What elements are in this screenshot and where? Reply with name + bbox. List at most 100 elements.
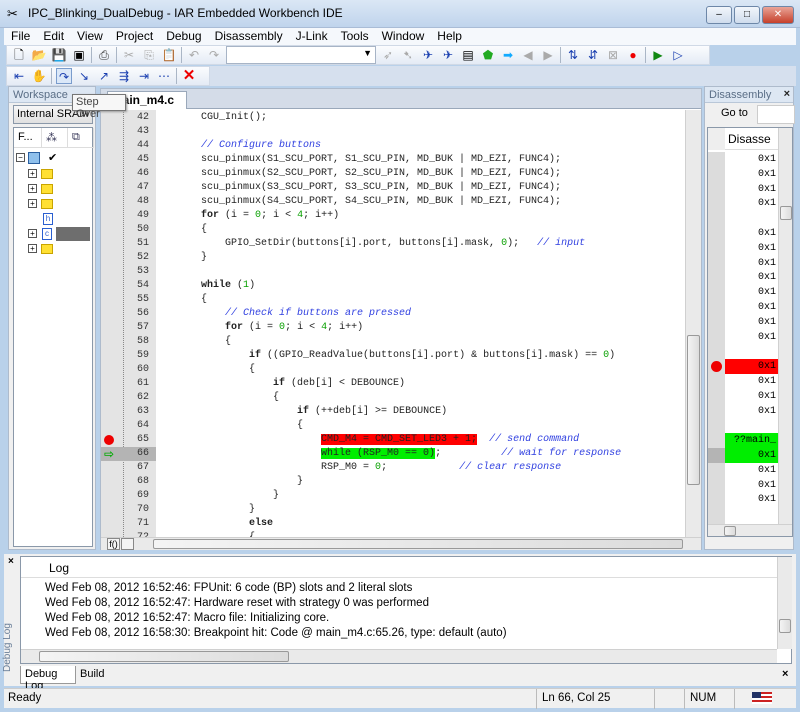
code-line[interactable]: 54 while (1) (101, 279, 685, 293)
menu-jlink[interactable]: J-Link (289, 28, 334, 45)
code-line[interactable]: 45 scu_pinmux(S1_SCU_PORT, S1_SCU_PIN, M… (101, 153, 685, 167)
code-line[interactable]: 46 scu_pinmux(S2_SCU_PORT, S2_SCU_PIN, M… (101, 167, 685, 181)
navigate-back-icon[interactable]: ◀ (520, 47, 536, 63)
save-icon[interactable]: 💾 (51, 47, 67, 63)
toggle-bookmark-icon[interactable]: ➶ (380, 47, 396, 63)
open-icon[interactable]: 📂 (31, 47, 47, 63)
cut-icon[interactable]: ✂ (121, 47, 137, 63)
disassembly-row[interactable]: 0x1 (708, 300, 778, 315)
step-into-icon[interactable]: ↘ (76, 68, 92, 84)
menu-project[interactable]: Project (109, 28, 159, 45)
scroll-thumb[interactable] (780, 206, 792, 220)
code-line[interactable]: 62 { (101, 391, 685, 405)
goto-input[interactable] (757, 105, 795, 124)
disassembly-row[interactable]: 0x1 (708, 403, 778, 419)
step-over-icon[interactable]: ↷ (56, 68, 72, 84)
disassembly-row[interactable]: 0x1 (708, 226, 778, 241)
reset-icon[interactable]: ⇤ (11, 68, 27, 84)
expand-icon[interactable]: + (28, 184, 37, 193)
code-line[interactable]: 42 CGU_Init(); (101, 111, 685, 125)
column-files[interactable]: F... (14, 128, 42, 148)
code-line[interactable]: 56 // Check if buttons are pressed (101, 307, 685, 321)
maximize-button[interactable]: □ (734, 6, 760, 24)
print-icon[interactable]: ⎙ (96, 47, 112, 63)
close-button[interactable]: ✕ (762, 6, 794, 24)
code-line[interactable]: 58 { (101, 335, 685, 349)
go-to-icon[interactable]: ▤ (460, 47, 476, 63)
disassembly-row[interactable]: 0x1 (708, 270, 778, 286)
stop-build-icon[interactable]: ⊠ (605, 47, 621, 63)
code-line[interactable]: 50 { (101, 223, 685, 237)
disassembly-row[interactable]: 0x1 (708, 329, 778, 345)
breakpoint-icon[interactable]: ● (625, 47, 641, 63)
disassembly-row[interactable]: 0x1 (708, 462, 778, 478)
close-icon[interactable]: × (8, 556, 14, 567)
disassembly-horizontal-scrollbar[interactable] (708, 524, 792, 536)
code-line[interactable]: 57 for (i = 0; i < 4; i++) (101, 321, 685, 335)
disassembly-row[interactable]: 0x1 (708, 255, 778, 271)
disassembly-row[interactable]: 0x1 (708, 181, 778, 197)
new-file-icon[interactable]: 🗋 (11, 47, 27, 63)
code-line[interactable]: 64 { (101, 419, 685, 433)
code-area[interactable]: 42 CGU_Init(); 43 44 // Configure buttons 4… (101, 110, 685, 537)
disassembly-vertical-scrollbar[interactable] (778, 128, 792, 524)
paste-icon[interactable]: 📋 (161, 47, 177, 63)
code-line[interactable]: 55 { (101, 293, 685, 307)
expand-icon[interactable]: + (28, 169, 37, 178)
tree-file-c[interactable]: + c (28, 226, 90, 241)
disassembly-row[interactable]: 0x1 (708, 166, 778, 182)
disassembly-separator[interactable] (708, 418, 778, 434)
tree-file-h[interactable]: h (38, 211, 53, 226)
make-icon[interactable]: ⇵ (585, 47, 601, 63)
code-line[interactable]: 61 if (deb[i] < DEBOUNCE) (101, 377, 685, 391)
scroll-thumb[interactable] (39, 651, 289, 662)
editor-horizontal-scrollbar[interactable]: f() (101, 537, 701, 550)
toggle-breakpoint-icon[interactable]: ✈ (420, 47, 436, 63)
collapse-icon[interactable]: − (16, 153, 25, 162)
disassembly-row[interactable]: 0x1 (708, 240, 778, 256)
download-and-debug-icon[interactable]: ▶ (650, 47, 666, 63)
menu-debug[interactable]: Debug (159, 28, 207, 45)
save-all-icon[interactable]: ▣ (71, 47, 87, 63)
go-icon[interactable]: ⋯ (156, 68, 172, 84)
menu-tools[interactable]: Tools (334, 28, 375, 45)
scroll-thumb[interactable] (687, 335, 700, 485)
breakpoint-icon[interactable] (711, 361, 722, 373)
disassembly-separator[interactable] (708, 211, 778, 227)
navigate-next-icon[interactable]: ▶ (540, 47, 556, 63)
next-statement-icon[interactable]: ⇶ (116, 68, 132, 84)
log-vertical-scrollbar[interactable] (777, 557, 792, 649)
tree-folder[interactable]: + (28, 196, 53, 211)
tag-icon[interactable]: ⬟ (480, 47, 496, 63)
undo-icon[interactable]: ↶ (186, 47, 202, 63)
menu-disassembly[interactable]: Disassembly (208, 28, 289, 45)
expand-icon[interactable]: + (28, 199, 37, 208)
close-icon[interactable]: × (782, 668, 788, 680)
disassembly-separator[interactable] (708, 344, 778, 360)
scroll-thumb[interactable] (153, 539, 683, 549)
code-line[interactable]: 65 CMD_M4 = CMD_SET_LED3 + 1; // send co… (101, 433, 685, 447)
code-line[interactable]: 68 } (101, 475, 685, 489)
code-line[interactable]: 49 for (i = 0; i < 4; i++) (101, 209, 685, 223)
menu-view[interactable]: View (70, 28, 109, 45)
menu-window[interactable]: Window (375, 28, 431, 45)
split-button[interactable] (121, 538, 134, 550)
copy-icon[interactable]: ⎘ (141, 47, 157, 63)
step-out-icon[interactable]: ↗ (96, 68, 112, 84)
debug-without-download-icon[interactable]: ▷ (670, 47, 686, 63)
code-line[interactable]: 60 { (101, 363, 685, 377)
log-column-header[interactable]: Log (21, 557, 777, 578)
expand-icon[interactable]: + (28, 244, 37, 253)
code-line[interactable]: 69 } (101, 489, 685, 503)
tree-root[interactable]: − ✔ (16, 150, 57, 165)
stop-debugging-icon[interactable]: ✕ (181, 68, 197, 84)
minimize-button[interactable]: – (706, 6, 732, 24)
breakpoint-icon[interactable] (104, 435, 114, 445)
editor-vertical-scrollbar[interactable] (685, 110, 701, 537)
disassembly-row[interactable]: 0x1 (708, 388, 778, 404)
disassembly-row[interactable]: 0x1 (708, 152, 778, 167)
code-line[interactable]: 52 } (101, 251, 685, 265)
column-build-icon[interactable]: ⧉ (68, 128, 94, 148)
menu-help[interactable]: Help (430, 28, 468, 45)
code-line[interactable]: 51 GPIO_SetDir(buttons[i].port, buttons[… (101, 237, 685, 251)
